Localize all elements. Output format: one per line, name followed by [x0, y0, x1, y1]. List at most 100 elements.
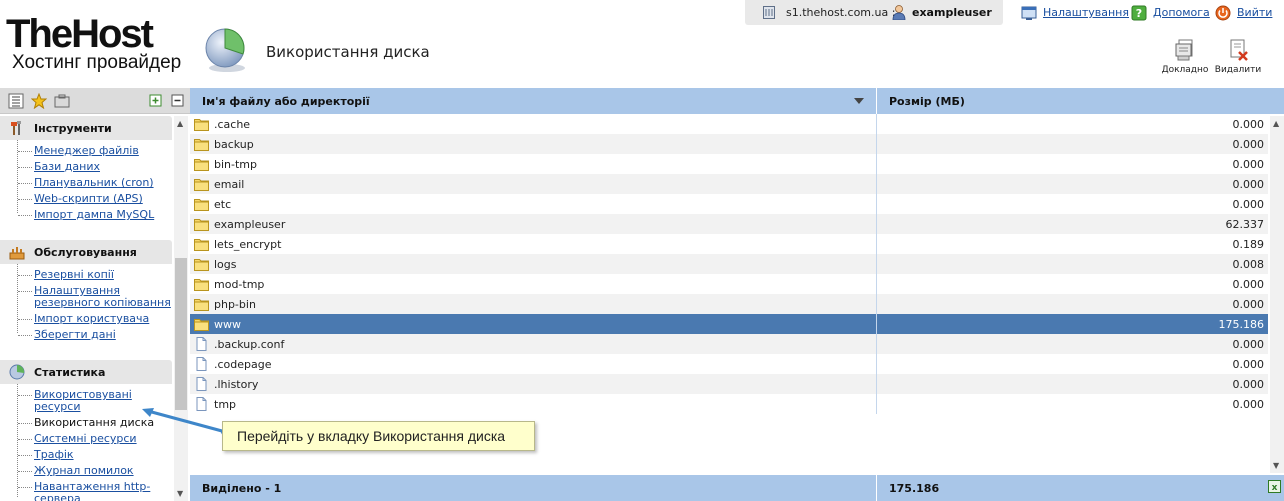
table-header: Ім'я файлу або директорії Розмір (МБ)	[190, 88, 1284, 114]
sidebar-item-cron[interactable]: Планувальник (cron)	[18, 177, 172, 189]
sidebar-item-backups[interactable]: Резервні копії	[18, 269, 172, 281]
sidebar-toolbar	[0, 88, 190, 114]
file-name: mod-tmp	[214, 278, 265, 291]
sidebar-item-backup-settings[interactable]: Налаштування резервного копіювання	[18, 285, 172, 309]
table-row[interactable]: etc 0.000	[190, 194, 1268, 214]
maintenance-icon	[9, 247, 25, 260]
delete-button[interactable]: Видалити	[1212, 38, 1264, 75]
details-label: Докладно	[1161, 65, 1209, 75]
scroll-down-arrow-icon[interactable]: ▼	[177, 489, 183, 498]
file-name: bin-tmp	[214, 158, 257, 171]
table-row[interactable]: bin-tmp 0.000	[190, 154, 1268, 174]
expand-all-icon[interactable]	[148, 93, 164, 109]
column-header-size[interactable]: Розмір (МБ)	[889, 95, 965, 108]
sidebar-item-http-load[interactable]: Навантаження http-сервера	[18, 481, 172, 501]
folder-icon	[194, 259, 209, 271]
table-footer: Виділено - 1 175.186 x	[190, 475, 1284, 501]
file-name: .cache	[214, 118, 251, 131]
menu-list-icon[interactable]	[8, 93, 24, 109]
file-name: .backup.conf	[214, 338, 285, 351]
sidebar-item-mysql-import[interactable]: Імпорт дампа MySQL	[18, 209, 172, 221]
folder-icon	[194, 159, 209, 171]
sidebar-item-user-import[interactable]: Імпорт користувача	[18, 313, 172, 325]
briefcase-icon[interactable]	[54, 93, 70, 109]
file-size: 0.000	[1232, 278, 1265, 291]
file-name: logs	[214, 258, 237, 271]
power-icon	[1215, 5, 1231, 21]
section-header[interactable]: Інструменти	[0, 116, 172, 140]
file-name: .codepage	[214, 358, 272, 371]
session-bar: s1.thehost.com.ua :: exampleuser	[745, 0, 1003, 25]
file-size: 175.186	[1218, 318, 1265, 331]
file-name: backup	[214, 138, 254, 151]
server-name: s1.thehost.com.ua ::	[786, 6, 900, 19]
folder-icon	[194, 279, 209, 291]
selected-total-size: 175.186	[889, 482, 940, 495]
file-size: 0.000	[1232, 198, 1265, 211]
table-row[interactable]: backup 0.000	[190, 134, 1268, 154]
file-name: .lhistory	[214, 378, 259, 391]
sidebar-item-web-scripts[interactable]: Web-скрипти (APS)	[18, 193, 172, 205]
table-row[interactable]: php-bin 0.000	[190, 294, 1268, 314]
sidebar-section-tools: Інструменти Менеджер файлів Бази даних П…	[0, 116, 172, 225]
settings-icon	[1021, 6, 1037, 20]
table-row[interactable]: exampleuser 62.337	[190, 214, 1268, 234]
file-icon	[196, 337, 207, 351]
folder-icon	[194, 219, 209, 231]
sidebar-item-traffic[interactable]: Трафік	[18, 449, 172, 461]
file-size: 0.000	[1232, 378, 1265, 391]
table-row[interactable]: mod-tmp 0.000	[190, 274, 1268, 294]
favorites-star-icon[interactable]	[31, 93, 47, 109]
section-header[interactable]: Статистика	[0, 360, 172, 384]
sidebar-item-save-data[interactable]: Зберегти дані	[18, 329, 172, 341]
logo[interactable]: TheHost Хостинг провайдер	[6, 14, 181, 72]
file-size: 0.008	[1232, 258, 1265, 271]
help-icon: ?	[1131, 5, 1147, 21]
excel-export-icon[interactable]: x	[1268, 480, 1281, 493]
column-divider	[876, 114, 877, 414]
file-name: lets_encrypt	[214, 238, 282, 251]
hint-tooltip: Перейдіть у вкладку Використання диска	[222, 421, 535, 451]
folder-icon	[194, 239, 209, 251]
delete-icon	[1230, 39, 1248, 61]
scrollbar-thumb[interactable]	[175, 258, 187, 410]
file-icon	[196, 377, 207, 391]
column-separator	[876, 475, 877, 501]
sidebar-item-file-manager[interactable]: Менеджер файлів	[18, 145, 172, 157]
sidebar-item-error-log[interactable]: Журнал помилок	[18, 465, 172, 477]
scroll-down-arrow-icon[interactable]: ▼	[1273, 461, 1279, 470]
file-name: www	[214, 318, 241, 331]
file-size: 0.000	[1232, 338, 1265, 351]
scroll-up-arrow-icon[interactable]: ▲	[177, 119, 183, 128]
logout-link[interactable]: Вийти	[1237, 6, 1272, 19]
folder-icon	[194, 139, 209, 151]
logo-tagline: Хостинг провайдер	[12, 52, 182, 73]
table-row[interactable]: email 0.000	[190, 174, 1268, 194]
table-row[interactable]: .codepage 0.000	[190, 354, 1268, 374]
folder-icon	[194, 199, 209, 211]
sort-desc-icon[interactable]	[854, 98, 864, 104]
table-scrollbar[interactable]: ▲ ▼	[1270, 116, 1284, 473]
column-header-name[interactable]: Ім'я файлу або директорії	[202, 95, 370, 108]
table-row[interactable]: logs 0.008	[190, 254, 1268, 274]
file-name: etc	[214, 198, 232, 211]
help-link[interactable]: Допомога	[1153, 6, 1210, 19]
table-row[interactable]: tmp 0.000	[190, 394, 1268, 414]
file-size: 0.000	[1232, 398, 1265, 411]
table-row[interactable]: www 175.186	[190, 314, 1268, 334]
folder-icon	[194, 319, 209, 331]
section-header[interactable]: Обслуговування	[0, 240, 172, 264]
details-button[interactable]: Докладно	[1159, 38, 1211, 75]
delete-label: Видалити	[1214, 65, 1262, 75]
table-row[interactable]: .cache 0.000	[190, 114, 1268, 134]
scroll-up-arrow-icon[interactable]: ▲	[1273, 119, 1279, 128]
collapse-all-icon[interactable]	[170, 93, 186, 109]
sidebar-item-databases[interactable]: Бази даних	[18, 161, 172, 173]
table-row[interactable]: .backup.conf 0.000	[190, 334, 1268, 354]
table-row[interactable]: .lhistory 0.000	[190, 374, 1268, 394]
user-icon	[892, 5, 906, 20]
settings-link[interactable]: Налаштування	[1043, 6, 1129, 19]
username: exampleuser	[912, 6, 992, 19]
table-row[interactable]: lets_encrypt 0.189	[190, 234, 1268, 254]
tree-line	[17, 384, 18, 497]
